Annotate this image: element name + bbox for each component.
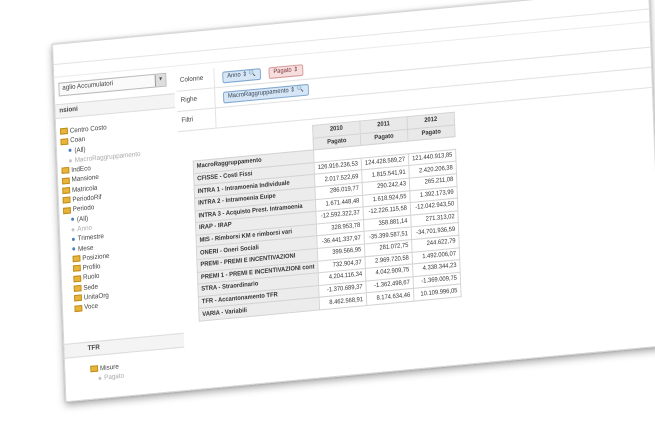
- bullet-icon: [68, 148, 72, 153]
- tree-node-label: PeriodoRif: [72, 193, 102, 204]
- pivot-body: CFISSE - Costi Fissi 126.916.236,53 124.42…: [193, 149, 462, 322]
- bullet-icon: [98, 376, 102, 381]
- tree-node-label: Posizione: [82, 252, 110, 263]
- tree-node-label: IndEco: [71, 165, 91, 175]
- dimension-tree: Centro Costo Coan (All) MacroRaggruppamento…: [60, 120, 146, 315]
- folder-icon: [73, 284, 82, 292]
- folder-icon: [73, 275, 82, 283]
- tree-node-label: (All): [74, 145, 86, 155]
- dimensions-header[interactable]: nsioni: [55, 93, 176, 120]
- filters-label: Filtri: [177, 108, 217, 132]
- folder-icon: [61, 177, 70, 185]
- tree-node-label: Anno: [77, 224, 93, 234]
- folder-icon: [63, 206, 71, 214]
- tree-node-label: Ruolo: [82, 273, 100, 282]
- bullet-icon: [71, 217, 75, 222]
- tfr-header[interactable]: TFR: [64, 332, 185, 359]
- tree-node-label: Sede: [83, 283, 99, 292]
- folder-icon: [74, 294, 82, 302]
- tree-node-label: Pagato: [104, 372, 125, 382]
- pivot-area: Colonne Anno ⇕ 🔍 Pagato ⇕ Righe MacroRag…: [175, 27, 655, 390]
- tfr-header-label: TFR: [87, 343, 100, 353]
- tree-node-label: Periodo: [72, 204, 95, 214]
- folder-icon: [60, 137, 69, 145]
- tree-node-label: (All): [76, 214, 89, 224]
- screenshot-sheet: aglio Accumulatori ▾ nsioni Centro Costo…: [52, 0, 655, 403]
- bullet-icon: [71, 237, 75, 242]
- tree-node-label: UnitaOrg: [83, 291, 110, 302]
- tree-node-label: Voce: [84, 302, 99, 312]
- bullet-icon: [68, 158, 72, 163]
- folder-icon: [60, 127, 68, 136]
- column-chip-anno[interactable]: Anno ⇕ 🔍: [222, 68, 261, 84]
- tree-node-label: Mese: [77, 243, 94, 253]
- rows-label: Righe: [176, 88, 216, 112]
- columns-label: Colonne: [175, 68, 216, 91]
- accumulator-select-value: aglio Accumulatori: [62, 79, 114, 92]
- folder-icon: [61, 167, 70, 175]
- folder-icon: [72, 255, 81, 263]
- folder-icon: [62, 196, 71, 204]
- left-panel: aglio Accumulatori ▾ nsioni Centro Costo…: [54, 72, 185, 401]
- measures-tree: Misure Pagato: [90, 362, 124, 385]
- tree-node-label: Profilo: [82, 263, 101, 273]
- bullet-icon: [72, 247, 76, 251]
- folder-icon: [62, 187, 71, 195]
- chevron-down-icon[interactable]: ▾: [154, 73, 166, 87]
- pivot-table: 2010 2011 2012 Pagato Pagato Pagato Macr…: [192, 112, 462, 322]
- tree-node-label: Misure: [99, 363, 119, 373]
- folder-icon: [72, 265, 81, 273]
- bullet-icon: [71, 227, 75, 232]
- folder-icon: [90, 365, 99, 373]
- column-chip-pagato[interactable]: Pagato ⇕: [268, 64, 304, 80]
- folder-icon: [74, 304, 83, 312]
- tree-node-label: Coan: [70, 135, 86, 145]
- accumulator-select[interactable]: aglio Accumulatori ▾: [58, 72, 167, 97]
- dimensions-header-label: nsioni: [59, 105, 78, 115]
- tree-node-label: Trimestre: [77, 233, 105, 243]
